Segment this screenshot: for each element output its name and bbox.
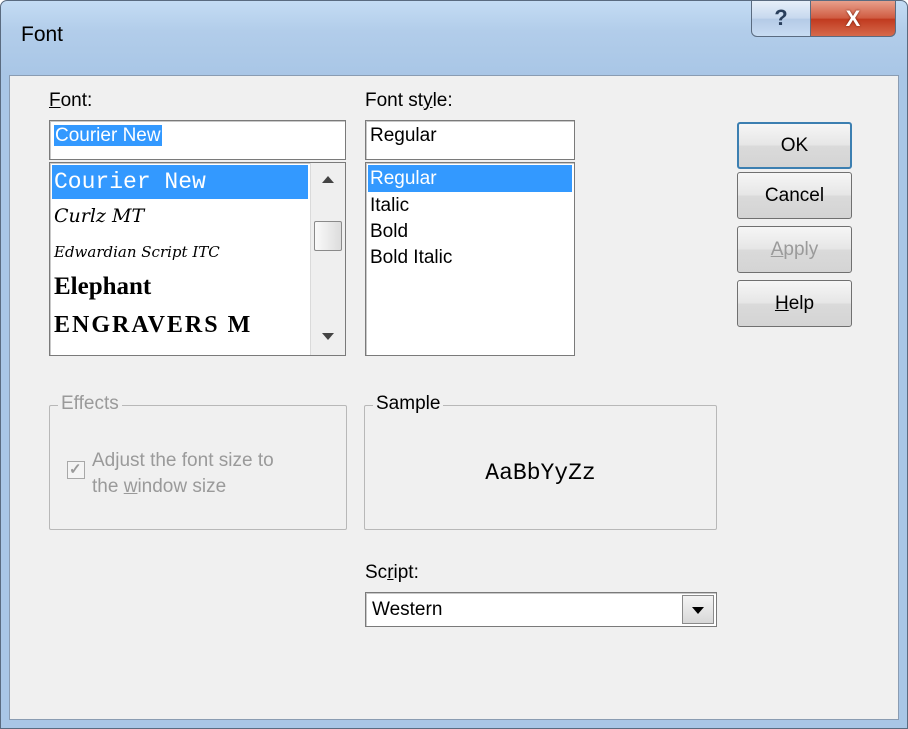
- script-label: Script:: [365, 562, 419, 583]
- sample-preview-text: AaBbYyZz: [485, 460, 596, 486]
- adjust-font-size-checkbox[interactable]: ✓: [67, 461, 85, 479]
- style-list-item[interactable]: Regular: [370, 168, 437, 190]
- effects-legend: Effects: [58, 393, 122, 415]
- script-label-post: ipt:: [393, 562, 419, 583]
- font-style-label-post: le:: [432, 90, 453, 111]
- style-list-item[interactable]: Bold: [370, 221, 408, 243]
- window-title: Font: [21, 23, 64, 46]
- font-dialog-window: Font ? X Font: Courier New Courier New C…: [0, 0, 908, 729]
- scroll-up-icon[interactable]: [322, 176, 334, 183]
- adjust-font-size-label-line1: Adjust the font size to: [92, 450, 274, 471]
- font-style-input-text: Regular: [370, 125, 437, 146]
- font-label: Font:: [49, 90, 93, 111]
- font-list-scroll-thumb[interactable]: [314, 221, 342, 251]
- sample-legend: Sample: [373, 393, 444, 415]
- font-name-input-text: Courier New: [54, 125, 162, 146]
- effects-group: Effects ✓ Adjust the font size to the wi…: [49, 393, 347, 530]
- font-style-listbox[interactable]: Regular Italic Bold Bold Italic: [365, 162, 575, 356]
- title-help-button[interactable]: ?: [751, 1, 811, 37]
- sample-group: Sample AaBbYyZz: [364, 393, 717, 530]
- script-label-pre: Sc: [365, 562, 388, 583]
- script-dropdown[interactable]: Western: [365, 592, 717, 627]
- font-style-label-pre: Font st: [365, 90, 424, 111]
- close-icon: X: [845, 6, 861, 31]
- font-list-scrollbar[interactable]: [310, 163, 345, 355]
- line2-pre: the: [92, 476, 124, 497]
- checkmark-icon: ✓: [69, 461, 82, 478]
- style-list-item[interactable]: Italic: [370, 195, 409, 217]
- apply-button-rest: pply: [783, 239, 819, 260]
- font-list-item[interactable]: Edwardian Script ITC: [54, 243, 220, 261]
- cancel-button[interactable]: Cancel: [737, 172, 852, 219]
- font-style-input[interactable]: Regular: [365, 120, 575, 160]
- font-list-item[interactable]: Elephant: [54, 273, 151, 301]
- scroll-down-icon[interactable]: [322, 333, 334, 340]
- help-button[interactable]: Help: [737, 280, 852, 327]
- font-style-label: Font style:: [365, 90, 453, 111]
- help-button-rest: elp: [788, 293, 815, 314]
- apply-button[interactable]: Apply: [737, 226, 852, 273]
- chevron-down-icon: [692, 607, 704, 614]
- font-label-rest: ont:: [60, 90, 93, 111]
- style-list-item[interactable]: Bold Italic: [370, 247, 452, 269]
- script-dropdown-button[interactable]: [682, 595, 714, 624]
- script-dropdown-value: Western: [372, 599, 443, 620]
- font-list-item[interactable]: ENGRAVERS M: [54, 312, 252, 339]
- dialog-client-area: Font: Courier New Courier New Curlz MT E…: [9, 75, 899, 720]
- font-list-item[interactable]: Courier New: [54, 169, 206, 195]
- line2-post: indow size: [137, 476, 227, 497]
- ok-button[interactable]: OK: [737, 122, 852, 169]
- title-close-button[interactable]: X: [810, 1, 896, 37]
- help-icon: ?: [774, 5, 788, 30]
- font-list-item[interactable]: Curlz MT: [54, 205, 144, 227]
- adjust-font-size-label-line2: the window size: [92, 476, 227, 497]
- font-listbox[interactable]: Courier New Curlz MT Edwardian Script IT…: [49, 162, 346, 356]
- font-name-input[interactable]: Courier New: [49, 120, 346, 160]
